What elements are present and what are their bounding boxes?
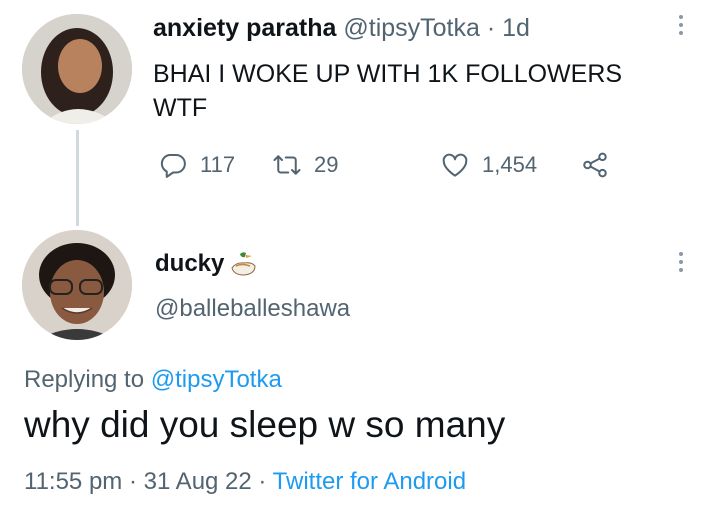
tweet1-time[interactable]: 1d	[502, 14, 530, 42]
tweet1-text-line2: WTF	[153, 94, 208, 122]
tweet2-text: why did you sleep w so many	[24, 404, 506, 445]
duck-emoji-icon	[231, 252, 256, 276]
share-button[interactable]	[580, 150, 610, 180]
tweet1-display-name[interactable]: anxiety paratha	[153, 14, 336, 42]
avatar-ducky[interactable]	[22, 230, 132, 340]
tweet2-handle[interactable]: @balleballeshawa	[155, 295, 350, 323]
replying-prefix: Replying to	[24, 366, 145, 393]
tweet2-date[interactable]: 31 Aug 22	[144, 468, 252, 495]
replying-to-line: Replying to @tipsyTotka	[24, 366, 282, 394]
avatar-photo	[22, 14, 132, 124]
like-icon	[442, 153, 468, 177]
reply-icon	[160, 154, 186, 178]
tweet1-text: BHAI I WOKE UP WITH 1K FOLLOWERS WTF	[153, 57, 693, 125]
tweet1-handle[interactable]: @tipsyTotka	[343, 14, 480, 42]
avatar-photo	[22, 230, 132, 340]
tweet2-display-name[interactable]: ducky	[155, 250, 224, 278]
reply-button[interactable]: 117	[158, 150, 235, 180]
meta-separator: ·	[258, 468, 267, 495]
reply-count: 117	[200, 152, 236, 177]
more-options-icon[interactable]	[675, 252, 687, 276]
tweet1-separator: ·	[486, 14, 496, 42]
avatar-anxiety-paratha[interactable]	[22, 14, 132, 124]
tweet1-text-line1: BHAI I WOKE UP WITH 1K FOLLOWERS	[153, 60, 623, 88]
tweet2-meta: 11:55 pm · 31 Aug 22 · Twitter for Andro…	[24, 468, 466, 496]
tweet2-display-name-row: ducky	[155, 250, 258, 278]
share-icon	[583, 152, 607, 178]
like-button[interactable]: 1,454	[440, 150, 537, 180]
retweet-button[interactable]: 29	[272, 150, 338, 180]
more-options-icon[interactable]	[675, 15, 687, 39]
tweet2-source-link[interactable]: Twitter for Android	[273, 468, 466, 495]
replying-to-handle-link[interactable]: @tipsyTotka	[151, 366, 282, 393]
retweet-count: 29	[314, 152, 339, 177]
thread-connector-line	[76, 130, 79, 226]
tweet1-header: anxiety paratha @tipsyTotka · 1d	[153, 14, 530, 43]
like-count: 1,454	[482, 152, 538, 177]
meta-separator: ·	[128, 468, 137, 495]
tweet2-time[interactable]: 11:55 pm	[24, 468, 122, 495]
retweet-icon	[273, 155, 301, 175]
